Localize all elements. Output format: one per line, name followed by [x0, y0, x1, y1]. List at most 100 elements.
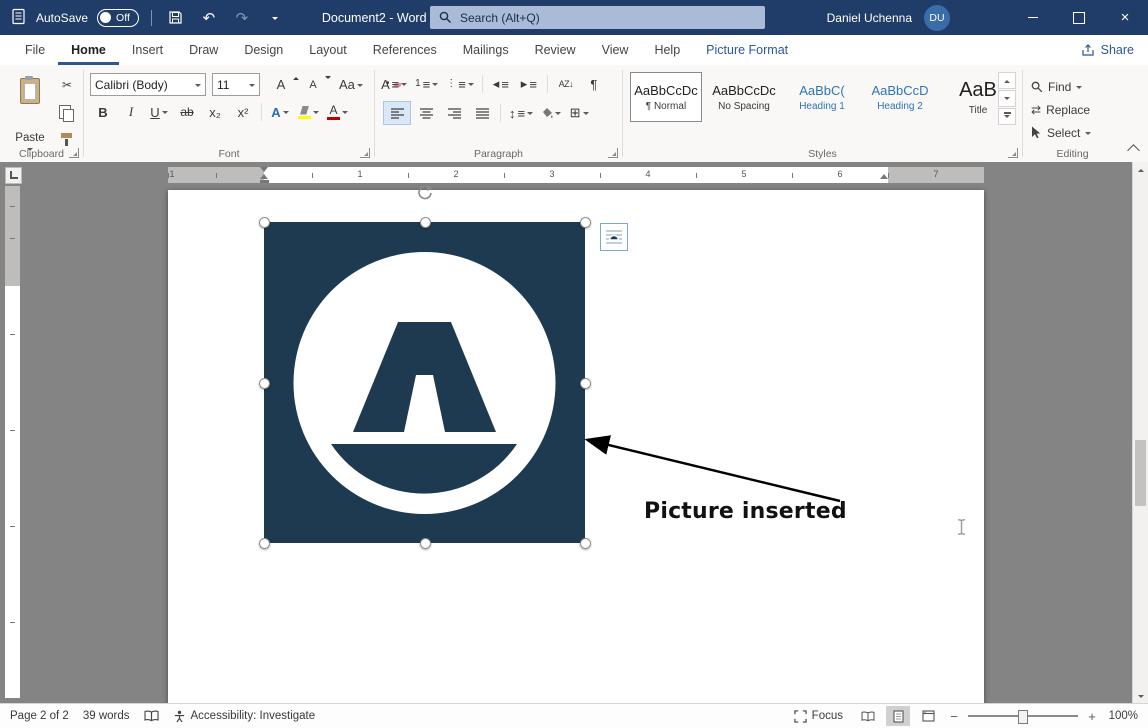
font-size-combobox[interactable]: 11: [212, 73, 260, 96]
styles-dialog-launcher[interactable]: [1008, 148, 1018, 158]
superscript-button[interactable]: x²: [230, 101, 256, 123]
multilevel-list-button[interactable]: ⋮≡: [443, 73, 477, 95]
inserted-picture[interactable]: [264, 222, 585, 543]
tab-help[interactable]: Help: [641, 35, 693, 65]
shrink-font-button[interactable]: A: [300, 74, 326, 96]
text-highlight-color-button[interactable]: [295, 101, 322, 123]
change-case-button[interactable]: Aa: [336, 74, 366, 96]
print-layout-button[interactable]: [886, 706, 910, 726]
document-page[interactable]: Picture inserted: [168, 190, 984, 704]
shading-button[interactable]: [538, 102, 564, 124]
grow-font-button[interactable]: A: [268, 74, 294, 96]
tab-home[interactable]: Home: [58, 35, 119, 65]
save-button[interactable]: [164, 5, 188, 31]
tab-design[interactable]: Design: [231, 35, 296, 65]
scrollbar-thumb[interactable]: [1135, 440, 1146, 506]
vertical-ruler[interactable]: [5, 186, 20, 698]
style-card-no-spacing[interactable]: AaBbCcDc No Spacing: [708, 72, 780, 122]
vertical-scrollbar[interactable]: [1132, 162, 1148, 704]
resize-handle-w[interactable]: [259, 378, 270, 389]
style-card-heading-2[interactable]: AaBbCcD Heading 2: [864, 72, 936, 122]
search-box[interactable]: [430, 6, 765, 29]
line-spacing-button[interactable]: ↕≡: [506, 102, 536, 124]
sort-button[interactable]: AZ↓: [553, 73, 579, 95]
share-button[interactable]: Share: [1081, 35, 1134, 65]
minimize-button[interactable]: [1010, 0, 1056, 35]
bullets-button[interactable]: •≡: [383, 73, 410, 95]
page-indicator[interactable]: Page 2 of 2: [0, 704, 76, 728]
numbering-button[interactable]: 1≡: [412, 73, 441, 95]
scroll-up-button[interactable]: [1133, 162, 1148, 177]
tab-draw[interactable]: Draw: [176, 35, 231, 65]
resize-handle-e[interactable]: [580, 378, 591, 389]
autosave-toggle[interactable]: Off: [97, 9, 139, 27]
user-avatar[interactable]: DU: [924, 5, 950, 31]
quick-access-customize-button[interactable]: [263, 5, 287, 31]
resize-handle-se[interactable]: [580, 538, 591, 549]
italic-button[interactable]: I: [118, 101, 144, 123]
align-right-button[interactable]: [441, 102, 467, 124]
justify-button[interactable]: [469, 102, 495, 124]
text-effects-button[interactable]: A: [267, 101, 293, 123]
font-color-button[interactable]: A: [324, 101, 351, 123]
rotate-handle[interactable]: [416, 184, 434, 202]
resize-handle-ne[interactable]: [580, 217, 591, 228]
clipboard-dialog-launcher[interactable]: [69, 148, 79, 158]
resize-handle-n[interactable]: [420, 217, 431, 228]
tab-view[interactable]: View: [589, 35, 642, 65]
close-button[interactable]: ×: [1102, 0, 1148, 35]
tab-file[interactable]: File: [12, 35, 58, 65]
read-mode-button[interactable]: [856, 706, 880, 726]
zoom-slider-thumb[interactable]: [1018, 710, 1028, 724]
tab-mailings[interactable]: Mailings: [450, 35, 522, 65]
zoom-out-button[interactable]: −: [946, 706, 962, 726]
layout-options-button[interactable]: [600, 223, 628, 251]
copy-button[interactable]: [54, 101, 80, 123]
font-dialog-launcher[interactable]: [360, 148, 370, 158]
styles-gallery-more-button[interactable]: [998, 108, 1016, 125]
proofing-status[interactable]: [137, 704, 166, 728]
right-indent-marker[interactable]: [880, 170, 888, 179]
resize-handle-nw[interactable]: [259, 217, 270, 228]
paste-button[interactable]: Paste: [6, 72, 54, 158]
subscript-button[interactable]: x₂: [202, 101, 228, 123]
tab-review[interactable]: Review: [522, 35, 589, 65]
maximize-button[interactable]: [1056, 0, 1102, 35]
zoom-level[interactable]: 100%: [1106, 710, 1138, 722]
left-indent-marker[interactable]: [260, 180, 269, 183]
resize-handle-sw[interactable]: [259, 538, 270, 549]
focus-mode-button[interactable]: Focus: [787, 704, 850, 728]
cut-button[interactable]: ✂: [54, 74, 80, 96]
redo-button[interactable]: ↷: [230, 5, 254, 31]
select-button[interactable]: Select: [1031, 122, 1091, 143]
replace-button[interactable]: ⇄ Replace: [1031, 99, 1090, 120]
tab-references[interactable]: References: [360, 35, 450, 65]
font-family-combobox[interactable]: Calibri (Body): [90, 73, 206, 96]
horizontal-ruler[interactable]: 1 1 2 3 4 5 6 7: [168, 167, 984, 183]
bold-button[interactable]: B: [90, 101, 116, 123]
zoom-slider[interactable]: [968, 715, 1078, 717]
style-card-normal[interactable]: AaBbCcDc ¶ Normal: [630, 72, 702, 122]
accessibility-status[interactable]: Accessibility: Investigate: [166, 704, 323, 728]
style-card-heading-1[interactable]: AaBbC( Heading 1: [786, 72, 858, 122]
tab-picture-format[interactable]: Picture Format: [693, 35, 801, 65]
align-left-button[interactable]: [383, 101, 411, 125]
scroll-down-button[interactable]: [1133, 689, 1148, 704]
align-center-button[interactable]: [413, 102, 439, 124]
tab-stop-selector[interactable]: [5, 167, 22, 184]
user-name[interactable]: Daniel Uchenna: [827, 11, 912, 25]
search-input[interactable]: [458, 10, 722, 26]
styles-scroll-down-button[interactable]: [998, 90, 1016, 107]
tab-layout[interactable]: Layout: [296, 35, 360, 65]
increase-indent-button[interactable]: ▸≡: [516, 73, 542, 95]
show-hide-paragraph-button[interactable]: ¶: [581, 73, 607, 95]
strikethrough-button[interactable]: ab: [174, 101, 200, 123]
find-button[interactable]: Find: [1031, 76, 1082, 97]
decrease-indent-button[interactable]: ◂≡: [488, 73, 514, 95]
paragraph-dialog-launcher[interactable]: [608, 148, 618, 158]
web-layout-button[interactable]: [916, 706, 940, 726]
borders-button[interactable]: ⊞: [566, 102, 592, 124]
styles-scroll-up-button[interactable]: [998, 72, 1016, 89]
underline-button[interactable]: U: [146, 101, 172, 123]
tab-insert[interactable]: Insert: [119, 35, 176, 65]
